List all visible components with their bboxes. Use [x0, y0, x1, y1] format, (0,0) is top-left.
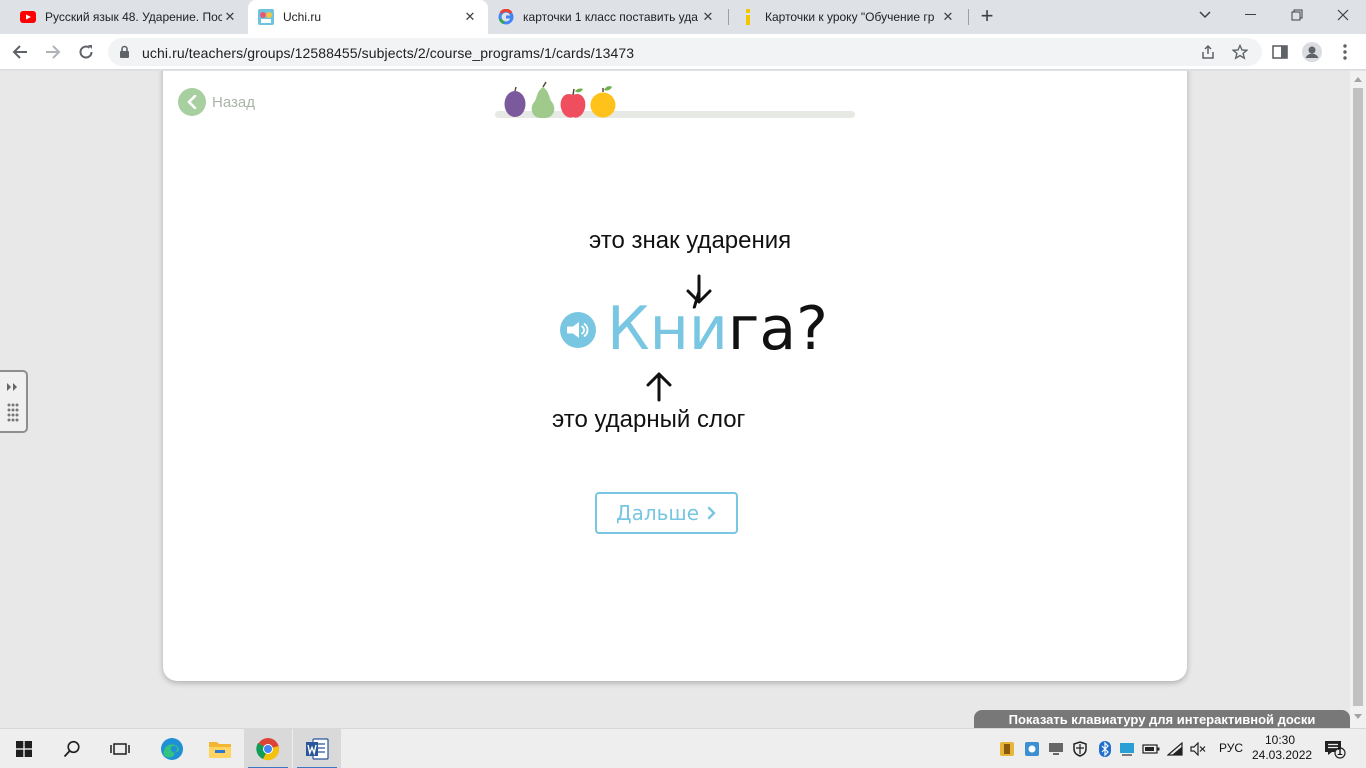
file-explorer-icon[interactable] — [196, 729, 244, 768]
pear-icon — [531, 87, 555, 119]
tab-search-button[interactable] — [1182, 0, 1228, 30]
menu-dots-icon[interactable] — [1333, 40, 1357, 64]
accent-mark-icon — [692, 290, 701, 309]
input-language[interactable]: РУС — [1219, 741, 1243, 755]
edge-icon[interactable] — [148, 729, 196, 768]
volume-muted-icon[interactable] — [1189, 740, 1207, 758]
yandex-icon — [740, 9, 756, 25]
windows-taskbar: РУС 10:30 24.03.2022 1 — [0, 728, 1366, 768]
back-arrow-icon[interactable] — [8, 40, 32, 64]
stressed-word: Книга? — [607, 295, 828, 363]
apple-icon — [560, 93, 586, 118]
scroll-down-icon[interactable] — [1354, 714, 1362, 719]
uchi-icon — [258, 9, 274, 25]
tab-title: Uchi.ru — [283, 10, 322, 24]
monitor-icon[interactable] — [1047, 740, 1065, 758]
grip-dots-icon — [7, 403, 19, 422]
browser-toolbar: uchi.ru/teachers/groups/12588455/subject… — [0, 34, 1366, 70]
apple-stem — [572, 88, 575, 96]
back-link[interactable]: Назад — [178, 88, 255, 116]
pear-stem — [542, 81, 547, 88]
plum-stem — [514, 86, 517, 92]
orange-leaf — [604, 86, 612, 91]
fruit-progress-icons — [504, 81, 616, 119]
plum-icon — [504, 91, 526, 117]
tab-separator — [728, 9, 729, 25]
profile-avatar-icon[interactable] — [1300, 40, 1324, 64]
close-tab-icon[interactable]: ✕ — [462, 9, 478, 25]
tab-yandex[interactable]: Карточки к уроку "Обучение гр ✕ — [730, 0, 966, 34]
bookmark-star-icon[interactable] — [1230, 42, 1250, 62]
restore-button[interactable] — [1274, 0, 1320, 30]
youtube-icon — [20, 9, 36, 25]
scroll-up-icon[interactable] — [1354, 77, 1362, 82]
side-panel-icon[interactable] — [1268, 40, 1292, 64]
battery-icon[interactable] — [1142, 740, 1160, 758]
apple-leaf — [575, 88, 583, 93]
speaker-icon[interactable] — [560, 312, 596, 348]
new-tab-button[interactable]: + — [977, 5, 997, 27]
close-window-button[interactable] — [1320, 0, 1366, 30]
page-viewport: Назад это знак ударения Книга? это ударн… — [0, 71, 1350, 728]
tab-strip: Русский язык 48. Ударение. Пос ✕ Uchi.ru… — [0, 0, 1366, 34]
system-clock[interactable]: 10:30 24.03.2022 — [1252, 733, 1313, 763]
notification-count: 1 — [1337, 747, 1343, 758]
notification-center-icon[interactable]: 1 — [1324, 739, 1346, 759]
chevron-left-icon — [178, 88, 206, 116]
url-text: uchi.ru/teachers/groups/12588455/subject… — [142, 45, 635, 61]
lesson-card: Назад это знак ударения Книга? это ударн… — [163, 71, 1187, 681]
windows-start-icon[interactable] — [0, 729, 48, 768]
screen-capture-icon[interactable] — [1023, 740, 1041, 758]
forward-arrow-icon[interactable] — [41, 40, 65, 64]
reload-icon[interactable] — [74, 40, 98, 64]
shield-icon[interactable] — [1071, 740, 1089, 758]
arrow-up-icon — [646, 372, 672, 402]
tab-title: Карточки к уроку "Обучение гр — [765, 10, 935, 24]
search-icon[interactable] — [48, 729, 96, 768]
chevron-right-icon — [707, 506, 716, 520]
stressed-syllable: Кни — [607, 294, 728, 364]
minimize-button[interactable] — [1228, 0, 1274, 30]
double-chevron-icon — [7, 383, 17, 391]
whiteboard-side-panel-handle[interactable] — [0, 370, 28, 433]
show-keyboard-button[interactable]: Показать клавиатуру для интерактивной до… — [974, 710, 1350, 728]
close-tab-icon[interactable]: ✕ — [222, 9, 238, 25]
clock-time: 10:30 — [1264, 733, 1296, 747]
word-icon[interactable] — [293, 729, 341, 768]
lock-icon[interactable] — [119, 45, 130, 64]
stress-mark-label: это знак ударения — [589, 227, 792, 254]
stressed-syllable-label: это ударный слог — [552, 406, 746, 433]
tray-app-icon[interactable] — [998, 740, 1016, 758]
tab-google[interactable]: карточки 1 класс поставить уда ✕ — [488, 0, 726, 34]
share-icon[interactable] — [1198, 42, 1218, 62]
address-bar[interactable]: uchi.ru/teachers/groups/12588455/subject… — [108, 38, 1262, 66]
chrome-icon[interactable] — [244, 729, 292, 768]
back-label: Назад — [212, 93, 255, 111]
tab-separator — [968, 9, 969, 25]
wifi-icon[interactable] — [1166, 740, 1184, 758]
tab-title: карточки 1 класс поставить уда — [523, 10, 698, 24]
tab-title: Русский язык 48. Ударение. Пос — [45, 10, 222, 24]
tab-uchi[interactable]: Uchi.ru ✕ — [248, 0, 488, 34]
next-button[interactable]: Дальше — [595, 492, 738, 534]
close-tab-icon[interactable]: ✕ — [700, 9, 716, 25]
scrollbar-thumb[interactable] — [1353, 88, 1363, 706]
close-tab-icon[interactable]: ✕ — [940, 9, 956, 25]
orange-icon — [590, 92, 616, 118]
task-view-icon[interactable] — [96, 729, 144, 768]
tab-youtube[interactable]: Русский язык 48. Ударение. Пос ✕ — [10, 0, 248, 34]
next-button-label: Дальше — [615, 501, 700, 525]
clock-date: 24.03.2022 — [1252, 748, 1313, 762]
network-share-icon[interactable] — [1118, 740, 1136, 758]
page-scrollbar[interactable] — [1350, 71, 1366, 728]
word-remainder: га? — [727, 294, 828, 364]
bluetooth-icon[interactable] — [1096, 740, 1114, 758]
google-icon — [498, 9, 514, 25]
